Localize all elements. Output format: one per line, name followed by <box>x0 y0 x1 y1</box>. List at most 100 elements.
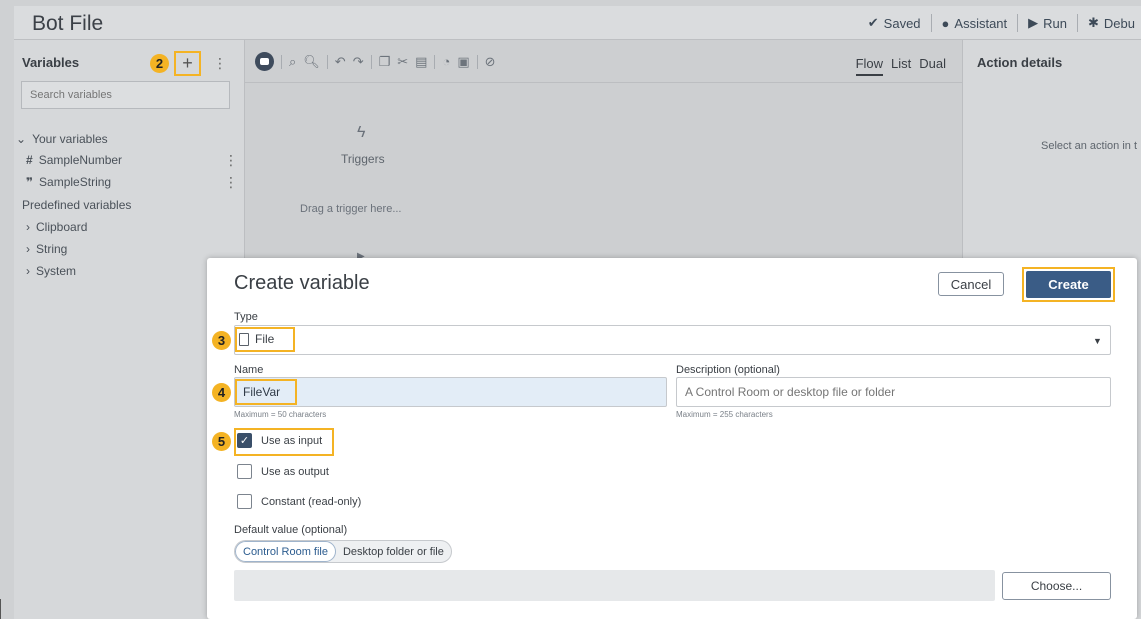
toolbar-divider <box>281 54 282 69</box>
check-icon: ✔ <box>867 15 879 30</box>
description-field[interactable] <box>676 377 1111 407</box>
predefined-item-clipboard[interactable]: › Clipboard <box>26 220 87 234</box>
window-edge <box>0 599 1 619</box>
disable-icon[interactable]: ⊘ <box>485 54 496 70</box>
callout-highlight <box>235 379 297 405</box>
callout-badge: 5 <box>212 432 231 451</box>
predefined-label: Clipboard <box>36 220 88 234</box>
debug-label: Debu <box>1103 15 1135 31</box>
chevron-right-icon: › <box>26 242 30 256</box>
assistant-button[interactable]: ● Assistant <box>932 14 1019 32</box>
chevron-right-icon: › <box>26 220 30 234</box>
triggers-label: Triggers <box>341 152 385 166</box>
variable-item[interactable]: ❞ SampleString <box>26 175 111 189</box>
name-label: Name <box>234 364 264 376</box>
dialog-title: Create variable <box>234 272 370 294</box>
view-tabs: Flow List Dual <box>855 56 946 76</box>
type-select[interactable] <box>234 325 1111 355</box>
cancel-button[interactable]: Cancel <box>938 272 1004 296</box>
enable-icon[interactable]: ◔ <box>442 54 450 69</box>
variable-label: SampleString <box>39 175 112 189</box>
chevron-down-icon: ⌄ <box>16 132 27 146</box>
callout-badge: 4 <box>212 383 231 402</box>
tab-desktop-file[interactable]: Desktop folder or file <box>336 541 451 562</box>
predefined-variables-label: Predefined variables <box>22 198 132 212</box>
search-variables-input[interactable] <box>21 81 230 109</box>
app-title: Bot File <box>32 12 104 35</box>
lightning-icon: ϟ <box>357 124 366 141</box>
app-window: Bot File ✔ Saved ● Assistant ▶ Run ✱ Deb… <box>0 0 1141 619</box>
name-hint: Maximum = 50 characters <box>234 410 327 419</box>
status-bar: ✔ Saved ● Assistant ▶ Run ✱ Debu <box>858 14 1141 32</box>
predefined-label: System <box>36 264 77 278</box>
callout-highlight <box>235 327 295 352</box>
search-icon[interactable]: 🔍︎ <box>303 54 320 70</box>
callout-highlight <box>234 428 334 456</box>
toolbar-divider <box>245 82 962 83</box>
lightbulb-icon: ● <box>941 15 950 31</box>
toolbar-divider <box>370 54 372 69</box>
callout-highlight <box>1022 267 1115 302</box>
variable-item[interactable]: # SampleNumber <box>26 153 122 167</box>
run-label: Run <box>1043 15 1068 31</box>
file-path-field[interactable] <box>234 570 995 601</box>
type-label: Type <box>234 311 258 323</box>
default-source-toggle: Control Room file Desktop folder or file <box>234 540 452 563</box>
redo-icon[interactable]: ↷ <box>353 54 364 70</box>
option-label: Use as output <box>261 465 329 478</box>
your-variables-group[interactable]: ⌄ Your variables <box>16 132 108 146</box>
predefined-item-system[interactable]: › System <box>26 264 76 278</box>
delete-icon[interactable]: ▤ <box>415 54 427 70</box>
predefined-item-string[interactable]: › String <box>26 242 67 256</box>
clipboard-icon[interactable]: ▣ <box>457 54 469 70</box>
description-label: Description (optional) <box>676 364 780 376</box>
your-variables-label: Your variables <box>32 132 108 146</box>
constant-checkbox[interactable]: Constant (read-only) <box>237 494 361 509</box>
saved-indicator: ✔ Saved <box>858 14 932 32</box>
hash-icon: # <box>26 153 33 167</box>
editor-toolbar: ⌕ 🔍︎ ↶ ↷ ❐ ✂ ▤ ◔ ▣ ⊘ <box>255 52 496 71</box>
choose-button[interactable]: Choose... <box>1002 572 1111 600</box>
toolbar-divider <box>476 54 478 69</box>
toolbar-divider <box>326 54 328 69</box>
callout-badge: 2 <box>150 54 169 73</box>
predefined-label: String <box>36 242 68 256</box>
saved-label: Saved <box>883 15 921 31</box>
callout-highlight <box>174 51 201 76</box>
tab-list[interactable]: List <box>891 56 911 76</box>
tab-dual[interactable]: Dual <box>919 56 946 76</box>
chevron-down-icon: ▼ <box>1093 336 1102 346</box>
debug-button[interactable]: ✱ Debu <box>1078 14 1141 32</box>
toolbar-divider <box>434 54 436 69</box>
checkbox-icon <box>237 494 252 509</box>
panel-more-icon[interactable]: ⋮ <box>213 55 227 72</box>
checkbox-icon <box>237 464 252 479</box>
copy-icon[interactable]: ❐ <box>379 54 391 70</box>
undo-icon[interactable]: ↶ <box>335 54 346 70</box>
tab-control-room-file[interactable]: Control Room file <box>235 541 336 562</box>
use-as-output-checkbox[interactable]: Use as output <box>237 464 329 479</box>
name-field[interactable] <box>234 377 667 407</box>
bug-icon: ✱ <box>1088 15 1099 30</box>
action-details-title: Action details <box>977 55 1063 70</box>
variable-label: SampleNumber <box>38 153 123 167</box>
description-hint: Maximum = 255 characters <box>676 410 773 419</box>
action-details-hint: Select an action in t <box>1041 140 1138 152</box>
variable-more-icon[interactable]: ⋮ <box>224 174 238 191</box>
cut-icon[interactable]: ✂ <box>397 54 408 70</box>
variable-more-icon[interactable]: ⋮ <box>224 152 238 169</box>
create-variable-dialog: Create variable Cancel Create Type 3 Fil… <box>207 258 1137 619</box>
option-label: Constant (read-only) <box>261 495 362 508</box>
find-icon[interactable]: ⌕ <box>289 54 296 70</box>
record-icon[interactable] <box>255 52 274 71</box>
title-bar: Bot File ✔ Saved ● Assistant ▶ Run ✱ Deb… <box>14 6 1141 40</box>
tab-flow[interactable]: Flow <box>855 56 884 76</box>
assistant-label: Assistant <box>954 15 1008 31</box>
run-button[interactable]: ▶ Run <box>1018 14 1079 32</box>
drag-trigger-hint: Drag a trigger here... <box>300 203 402 215</box>
quote-icon: ❞ <box>26 175 34 189</box>
variables-header: Variables <box>22 55 80 70</box>
play-icon: ▶ <box>1028 15 1039 30</box>
chevron-right-icon: › <box>26 264 30 278</box>
default-value-label: Default value (optional) <box>234 524 348 536</box>
